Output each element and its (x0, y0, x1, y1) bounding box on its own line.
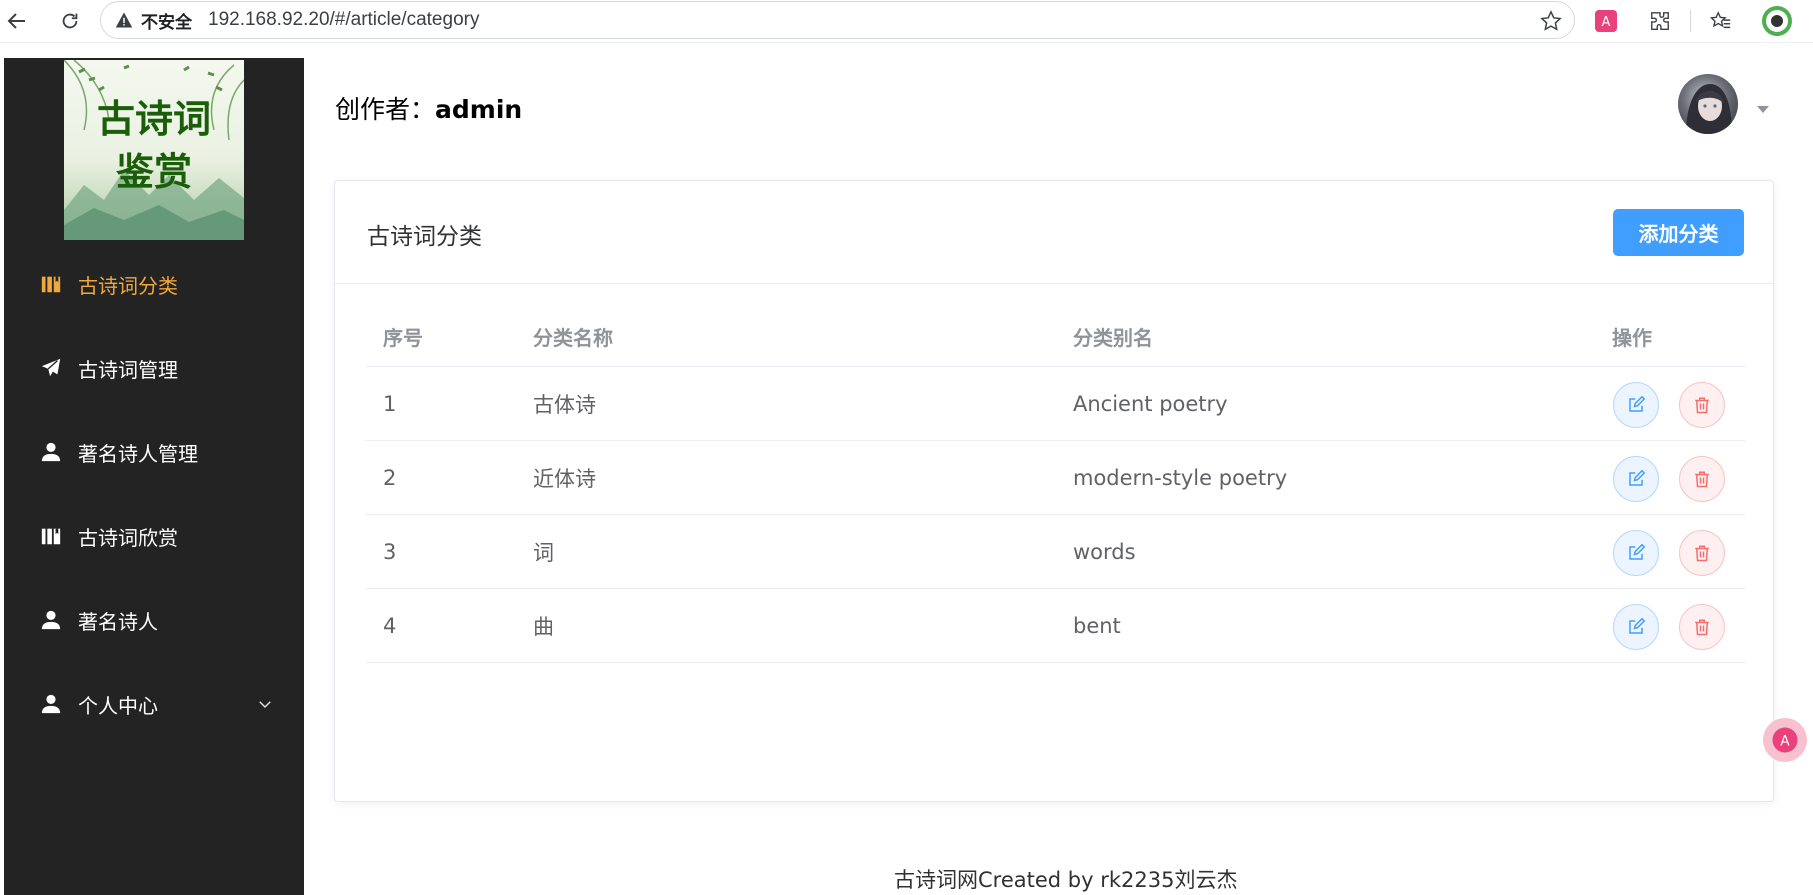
toolbar-divider (1690, 10, 1691, 32)
creator-name: admin (435, 95, 523, 124)
user-icon (40, 693, 62, 715)
category-table: 序号 分类名称 分类别名 操作 1 古体诗 Ancient poetry 2 近… (365, 306, 1745, 663)
sidebar: 古诗词 鉴赏 古诗词分类 古诗词管理 著名诗人管理 古诗词欣赏 著名诗人 个人中… (4, 58, 304, 895)
sidebar-item-poet-management[interactable]: 著名诗人管理 (4, 422, 304, 482)
footer-text: 古诗词网Created by rk2235刘云杰 (894, 868, 1238, 892)
reload-icon[interactable] (55, 6, 85, 36)
book-icon (40, 525, 62, 547)
sidebar-item-poem-appreciation[interactable]: 古诗词欣赏 (4, 506, 304, 566)
table-header-row: 序号 分类名称 分类别名 操作 (365, 306, 1745, 367)
edit-icon (1629, 618, 1645, 634)
card-header: 古诗词分类 添加分类 (335, 181, 1773, 284)
logo-text-line1: 古诗词 (97, 96, 211, 141)
site-logo: 古诗词 鉴赏 (64, 60, 244, 240)
trash-icon (1695, 545, 1709, 562)
creator-info: 创作者：admin (335, 90, 522, 126)
row-category-name: 古体诗 (533, 392, 596, 417)
table-row: 4 曲 bent (365, 589, 1745, 663)
trash-icon (1695, 471, 1709, 488)
address-bar[interactable]: 不安全 192.168.92.20/#/article/category (100, 1, 1575, 39)
browser-toolbar: 不安全 192.168.92.20/#/article/category A (0, 0, 1813, 43)
row-category-alias: bent (1073, 613, 1121, 638)
favorites-icon[interactable] (1708, 8, 1734, 34)
chevron-down-icon[interactable] (256, 695, 274, 713)
edit-icon (1629, 470, 1645, 486)
edit-icon (1629, 544, 1645, 560)
user-icon (40, 441, 62, 463)
url-text[interactable]: 192.168.92.20/#/article/category (208, 9, 479, 31)
delete-button[interactable] (1679, 456, 1725, 502)
sidebar-item-poem-category[interactable]: 古诗词分类 (4, 254, 304, 314)
column-header-alias: 分类别名 (1073, 325, 1153, 350)
creator-label: 创作者： (335, 95, 436, 124)
row-category-name: 近体诗 (533, 466, 596, 491)
column-header-actions: 操作 (1612, 325, 1652, 350)
svg-text:A: A (1780, 734, 1790, 750)
sidebar-item-label: 古诗词欣赏 (78, 525, 178, 550)
logo-text-line2: 鉴赏 (116, 149, 192, 194)
translate-extension-icon[interactable]: A (1593, 8, 1619, 34)
delete-button[interactable] (1679, 382, 1725, 428)
extensions-puzzle-icon[interactable] (1647, 8, 1673, 34)
insecure-label: 不安全 (141, 12, 192, 33)
sidebar-item-famous-poets[interactable]: 著名诗人 (4, 590, 304, 650)
sidebar-item-personal-center[interactable]: 个人中心 (4, 674, 304, 734)
back-icon[interactable] (2, 6, 32, 36)
sidebar-item-label: 个人中心 (78, 693, 158, 718)
floating-translate-icon[interactable]: A (1763, 718, 1807, 762)
trash-icon (1695, 397, 1709, 414)
book-icon (40, 273, 62, 295)
row-index: 4 (383, 613, 397, 638)
row-category-name: 曲 (533, 614, 554, 639)
column-header-index: 序号 (383, 325, 423, 350)
paper-plane-icon (40, 357, 62, 379)
row-category-alias: words (1073, 539, 1136, 564)
sidebar-item-label: 古诗词分类 (78, 273, 178, 298)
row-index: 1 (383, 391, 397, 416)
edit-icon (1629, 396, 1645, 412)
bookmark-star-icon[interactable] (1540, 10, 1562, 32)
row-category-alias: Ancient poetry (1073, 391, 1228, 416)
trash-icon (1695, 619, 1709, 636)
card-title: 古诗词分类 (367, 224, 482, 250)
caret-down-icon[interactable] (1755, 100, 1771, 113)
table-row: 1 古体诗 Ancient poetry (365, 367, 1745, 441)
edit-button[interactable] (1613, 382, 1659, 428)
user-icon (40, 609, 62, 631)
warning-icon[interactable] (115, 11, 133, 29)
sidebar-item-label: 古诗词管理 (78, 357, 178, 382)
avatar[interactable] (1678, 74, 1738, 134)
delete-button[interactable] (1679, 530, 1725, 576)
row-index: 3 (383, 539, 397, 564)
edit-button[interactable] (1613, 604, 1659, 650)
sidebar-item-label: 著名诗人管理 (78, 441, 198, 466)
row-category-alias: modern-style poetry (1073, 465, 1288, 490)
add-category-button[interactable]: 添加分类 (1613, 209, 1744, 256)
sidebar-item-poem-management[interactable]: 古诗词管理 (4, 338, 304, 398)
edit-button[interactable] (1613, 456, 1659, 502)
category-card: 古诗词分类 添加分类 序号 分类名称 分类别名 操作 1 古体诗 Ancient… (334, 180, 1774, 802)
table-row: 2 近体诗 modern-style poetry (365, 441, 1745, 515)
row-index: 2 (383, 465, 397, 490)
profile-icon[interactable] (1760, 4, 1794, 38)
row-category-name: 词 (533, 540, 554, 565)
table-row: 3 词 words (365, 515, 1745, 589)
delete-button[interactable] (1679, 604, 1725, 650)
sidebar-item-label: 著名诗人 (78, 609, 158, 634)
column-header-name: 分类名称 (533, 325, 613, 350)
svg-text:A: A (1602, 15, 1611, 30)
edit-button[interactable] (1613, 530, 1659, 576)
